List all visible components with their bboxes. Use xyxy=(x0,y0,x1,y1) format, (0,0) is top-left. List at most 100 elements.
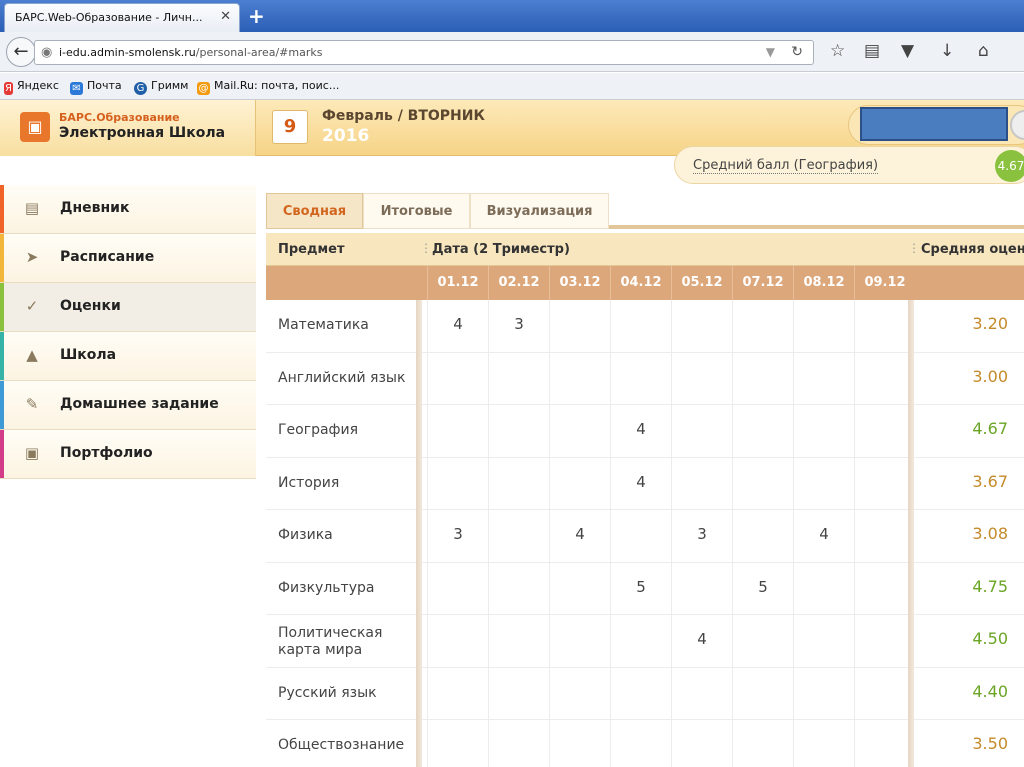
subject-name[interactable]: Математика xyxy=(278,317,418,334)
mark-cell[interactable] xyxy=(427,352,488,405)
mark-cell[interactable] xyxy=(793,405,854,457)
mark-cell[interactable] xyxy=(732,352,793,405)
mark-cell[interactable] xyxy=(427,405,488,457)
mark-cell[interactable] xyxy=(793,457,854,510)
mark-cell[interactable]: 3 xyxy=(671,510,732,562)
mark-cell[interactable] xyxy=(427,457,488,510)
subject-name[interactable]: История xyxy=(278,475,418,492)
mark-cell[interactable] xyxy=(854,615,915,667)
mark-cell[interactable] xyxy=(793,352,854,405)
mark-cell[interactable] xyxy=(671,457,732,510)
tab-summary[interactable]: Сводная xyxy=(266,193,363,229)
mark-cell[interactable]: 5 xyxy=(610,562,671,615)
mark-cell[interactable] xyxy=(549,405,610,457)
mark-cell[interactable] xyxy=(549,562,610,615)
mark-cell[interactable] xyxy=(854,352,915,405)
mark-cell[interactable] xyxy=(488,457,549,510)
mark-cell[interactable]: 4 xyxy=(671,615,732,667)
mark-cell[interactable] xyxy=(732,457,793,510)
bookmark-mailru[interactable]: @ Mail.Ru: почта, поис... xyxy=(197,79,339,95)
mark-cell[interactable] xyxy=(610,300,671,352)
date-column-header[interactable]: 03.12 xyxy=(549,266,610,300)
mark-cell[interactable] xyxy=(427,562,488,615)
mark-cell[interactable] xyxy=(793,300,854,352)
tab-visualization[interactable]: Визуализация xyxy=(470,193,609,229)
mark-cell[interactable] xyxy=(854,720,915,767)
mark-cell[interactable]: 4 xyxy=(793,510,854,562)
mark-cell[interactable] xyxy=(854,562,915,615)
mark-cell[interactable] xyxy=(793,615,854,667)
subject-name[interactable]: Физкультура xyxy=(278,580,418,597)
mark-cell[interactable] xyxy=(549,615,610,667)
downloads-icon[interactable]: ↓ xyxy=(940,41,954,61)
mark-cell[interactable] xyxy=(610,667,671,720)
date-column-header[interactable]: 05.12 xyxy=(671,266,732,300)
mark-cell[interactable]: 4 xyxy=(610,457,671,510)
mark-cell[interactable] xyxy=(854,457,915,510)
mark-cell[interactable]: 4 xyxy=(427,300,488,352)
back-button[interactable]: ← xyxy=(6,37,36,67)
subject-name[interactable]: Политическая карта мира xyxy=(278,625,418,659)
date-column-header[interactable]: 08.12 xyxy=(793,266,854,300)
mark-cell[interactable] xyxy=(488,667,549,720)
tab-final[interactable]: Итоговые xyxy=(363,193,470,229)
sidebar-item-diary[interactable]: ▤ Дневник xyxy=(0,185,256,234)
date-column-header[interactable]: 01.12 xyxy=(427,266,488,300)
subject-name[interactable]: Русский язык xyxy=(278,685,418,702)
column-resize-handle[interactable]: ⋮ xyxy=(420,241,432,255)
mark-cell[interactable] xyxy=(549,720,610,767)
mark-cell[interactable] xyxy=(732,720,793,767)
mark-cell[interactable] xyxy=(488,615,549,667)
date-column-header[interactable]: 09.12 xyxy=(854,266,915,300)
column-resize-handle[interactable]: ⋮ xyxy=(908,241,920,255)
logo[interactable]: ▣ БАРС.Образование Электронная Школа xyxy=(0,100,256,156)
mark-cell[interactable] xyxy=(549,457,610,510)
mark-cell[interactable] xyxy=(671,720,732,767)
mark-cell[interactable] xyxy=(732,300,793,352)
user-name-box[interactable] xyxy=(860,107,1008,141)
date-day[interactable]: 9 xyxy=(272,110,308,144)
date-column-header[interactable]: 04.12 xyxy=(610,266,671,300)
mark-cell[interactable]: 3 xyxy=(488,300,549,352)
mark-cell[interactable] xyxy=(854,667,915,720)
mark-cell[interactable] xyxy=(732,667,793,720)
url-bar[interactable]: ◉ i-edu.admin-smolensk.ru/personal-area/… xyxy=(34,40,814,65)
mark-cell[interactable] xyxy=(793,667,854,720)
mark-cell[interactable] xyxy=(427,615,488,667)
reading-list-icon[interactable]: ▤ xyxy=(864,41,880,61)
average-grade-label[interactable]: Средний балл (География) xyxy=(693,158,879,174)
mark-cell[interactable] xyxy=(732,510,793,562)
column-header-subject[interactable]: Предмет xyxy=(278,242,344,257)
bookmark-grimm[interactable]: G Гримм xyxy=(134,79,188,95)
mark-cell[interactable] xyxy=(854,510,915,562)
mark-cell[interactable] xyxy=(488,405,549,457)
bookmark-mail[interactable]: ✉ Почта xyxy=(70,79,122,95)
subject-name[interactable]: Английский язык xyxy=(278,370,418,387)
mark-cell[interactable]: 5 xyxy=(732,562,793,615)
sidebar-item-school[interactable]: ▲ Школа xyxy=(0,332,256,381)
mark-cell[interactable] xyxy=(488,720,549,767)
sidebar-item-grades[interactable]: ✓ Оценки xyxy=(0,283,256,332)
sidebar-item-portfolio[interactable]: ▣ Портфолио xyxy=(0,430,256,479)
mark-cell[interactable] xyxy=(610,510,671,562)
mark-cell[interactable]: 4 xyxy=(549,510,610,562)
date-column-header[interactable]: 07.12 xyxy=(732,266,793,300)
subject-name[interactable]: География xyxy=(278,422,418,439)
date-column-header[interactable]: 02.12 xyxy=(488,266,549,300)
mark-cell[interactable] xyxy=(671,300,732,352)
mark-cell[interactable] xyxy=(854,300,915,352)
reload-icon[interactable]: ↻ xyxy=(791,44,803,60)
mark-cell[interactable] xyxy=(793,562,854,615)
subject-name[interactable]: Физика xyxy=(278,527,418,544)
mark-cell[interactable] xyxy=(549,352,610,405)
mark-cell[interactable] xyxy=(427,720,488,767)
column-header-average[interactable]: Средняя оценка xyxy=(921,242,1024,257)
mark-cell[interactable] xyxy=(793,720,854,767)
mark-cell[interactable] xyxy=(671,352,732,405)
new-tab-button[interactable]: + xyxy=(248,4,265,28)
sidebar-item-schedule[interactable]: ➤ Расписание xyxy=(0,234,256,283)
home-icon[interactable]: ⌂ xyxy=(978,41,989,61)
mark-cell[interactable] xyxy=(549,667,610,720)
mark-cell[interactable] xyxy=(488,562,549,615)
mark-cell[interactable]: 4 xyxy=(610,405,671,457)
